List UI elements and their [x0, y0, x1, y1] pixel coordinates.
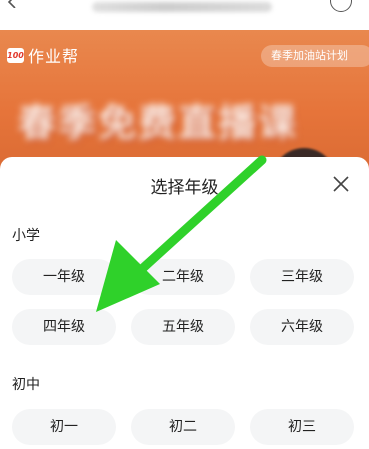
brand-logo-icon: 100	[7, 47, 24, 63]
back-icon[interactable]	[6, 0, 18, 8]
grade-select-sheet: 选择年级 小学 一年级 二年级 三年级 四年级 五年级 六年级 初中 初一 初二…	[0, 157, 369, 449]
brand: 100 作业帮	[7, 44, 79, 66]
circle-icon[interactable]	[330, 0, 352, 12]
campaign-tag: 春季加油站计划	[261, 45, 369, 67]
grade-button-1[interactable]: 一年级	[12, 259, 116, 295]
grade-button-junior-2[interactable]: 初二	[131, 409, 235, 445]
blurred-page-title	[92, 2, 272, 12]
grade-button-4[interactable]: 四年级	[12, 309, 116, 345]
sheet-title: 选择年级	[150, 178, 219, 198]
brand-name: 作业帮	[28, 47, 80, 66]
banner-headline: 春季免费直播课	[18, 101, 299, 145]
close-icon[interactable]	[330, 173, 352, 195]
top-nav-bar	[0, 0, 369, 30]
grade-button-5[interactable]: 五年级	[131, 309, 235, 345]
grade-button-junior-3[interactable]: 初三	[250, 409, 354, 445]
grade-button-junior-1[interactable]: 初一	[12, 409, 116, 445]
grade-button-2[interactable]: 二年级	[131, 259, 235, 295]
grade-button-6[interactable]: 六年级	[250, 309, 354, 345]
section-label-primary: 小学	[12, 228, 40, 244]
grade-button-3[interactable]: 三年级	[250, 259, 354, 295]
section-label-middle-school: 初中	[12, 377, 40, 393]
